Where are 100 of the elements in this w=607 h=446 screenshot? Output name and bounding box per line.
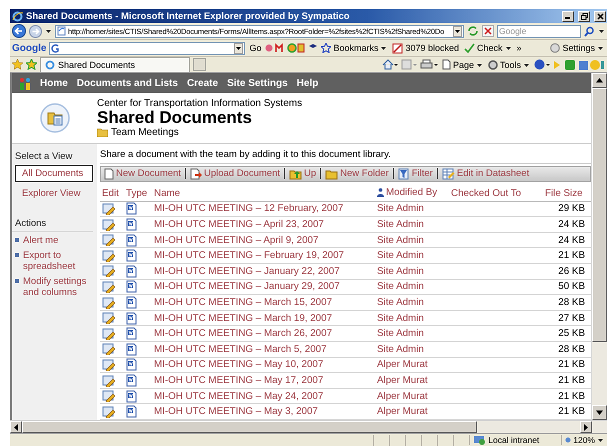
- window-title: Shared Documents - Microsoft Internet Explorer provided by Sympatico: [26, 10, 351, 22]
- toolbar-button[interactable]: Filter: [398, 168, 433, 180]
- more-button[interactable]: »: [516, 40, 523, 56]
- user-link[interactable]: Site Admin: [377, 250, 424, 262]
- action-link[interactable]: Modify settings and columns: [23, 276, 93, 298]
- document-link[interactable]: MI-OH UTC MEETING – January 29, 2007: [154, 281, 340, 292]
- user-link[interactable]: Site Admin: [377, 266, 424, 277]
- toolbar-icons-drawing[interactable]: [553, 58, 605, 70]
- edit-icon: [102, 296, 115, 309]
- restore-icon: [580, 12, 588, 20]
- document-link[interactable]: MI-OH UTC MEETING – March 15, 2007: [154, 297, 332, 308]
- document-link[interactable]: MI-OH UTC MEETING – March 5, 2007: [154, 344, 327, 355]
- column-header[interactable]: Modified By: [386, 186, 438, 198]
- user-link[interactable]: Site Admin: [377, 344, 424, 355]
- dropdown-icon[interactable]: [234, 42, 244, 54]
- action-link[interactable]: Alert me: [23, 235, 58, 246]
- user-link[interactable]: Alper Murat: [377, 406, 428, 418]
- settings-button[interactable]: Settings: [549, 40, 605, 56]
- word-document-icon: [126, 234, 137, 247]
- edit-icon: [102, 218, 115, 231]
- user-link[interactable]: Site Admin: [377, 203, 424, 214]
- document-link[interactable]: MI-OH UTC MEETING – April 9, 2007: [154, 234, 318, 246]
- right-arrow-icon[interactable]: [584, 424, 588, 430]
- word-document-icon: [126, 218, 137, 232]
- column-header[interactable]: File Size: [545, 188, 583, 199]
- document-link[interactable]: MI-OH UTC MEETING – February 19, 2007: [154, 250, 344, 262]
- left-arrow-icon[interactable]: [14, 424, 18, 430]
- column-header[interactable]: Edit: [102, 188, 119, 199]
- stop-icon[interactable]: [482, 25, 494, 37]
- document-link[interactable]: MI-OH UTC MEETING – May 17, 2007: [154, 375, 324, 386]
- toolbar-button[interactable]: Up: [289, 168, 316, 180]
- document-link[interactable]: MI-OH UTC MEETING – March 19, 2007: [154, 312, 332, 324]
- page-menu-button[interactable]: Page: [440, 57, 484, 72]
- user-link[interactable]: Alper Murat: [377, 375, 428, 386]
- user-link[interactable]: Site Admin: [377, 219, 424, 230]
- zoom-button[interactable]: 120%: [561, 435, 607, 445]
- bookmarks-button[interactable]: Bookmarks: [320, 40, 388, 56]
- vertical-scrollbar[interactable]: [591, 73, 607, 420]
- folder-icon: [97, 128, 108, 137]
- user-link[interactable]: Site Admin: [377, 297, 424, 308]
- google-search-field[interactable]: [49, 42, 246, 54]
- user-link[interactable]: Site Admin: [377, 312, 424, 324]
- nav-link[interactable]: Home: [40, 78, 68, 88]
- column-header[interactable]: Checked Out To: [451, 188, 522, 199]
- search-icon[interactable]: [584, 26, 595, 36]
- column-header[interactable]: Type: [126, 188, 148, 199]
- toolbar-button[interactable]: New Document: [104, 168, 181, 180]
- restore-button[interactable]: [578, 10, 590, 22]
- user-link[interactable]: Alper Murat: [377, 390, 428, 402]
- refresh-icon[interactable]: [467, 25, 479, 37]
- document-link[interactable]: MI-OH UTC MEETING – May 3, 2007: [154, 406, 318, 418]
- page-icon: [442, 59, 451, 70]
- tools-menu-button[interactable]: Tools: [486, 57, 531, 72]
- document-link[interactable]: MI-OH UTC MEETING – May 10, 2007: [154, 359, 324, 370]
- edit-icon: [102, 280, 115, 293]
- user-link[interactable]: Site Admin: [377, 281, 424, 292]
- description: Share a document with the team by adding it to this document library.: [100, 148, 591, 164]
- google-logo: Google: [12, 42, 46, 54]
- g-icon: [51, 43, 60, 53]
- popup-blocker-button[interactable]: 3079 blocked: [391, 40, 460, 56]
- view-link[interactable]: All Documents: [15, 165, 93, 182]
- page-title: Shared Documents: [97, 109, 253, 127]
- back-icon[interactable]: [12, 24, 26, 38]
- toolbar-button[interactable]: Edit in Datasheet: [442, 168, 530, 180]
- browser-tab[interactable]: Shared Documents: [40, 57, 190, 72]
- print-icon[interactable]: [420, 59, 438, 70]
- edit-icon: [102, 250, 115, 262]
- document-link[interactable]: MI-OH UTC MEETING – April 23, 2007: [154, 219, 324, 230]
- user-link[interactable]: Site Admin: [377, 234, 424, 246]
- go-button[interactable]: Go: [248, 40, 262, 56]
- minimize-button[interactable]: [562, 10, 574, 22]
- down-arrow-icon[interactable]: [596, 410, 603, 415]
- check-button[interactable]: Check: [463, 40, 513, 56]
- document-link[interactable]: MI-OH UTC MEETING – 12 February, 2007: [154, 203, 344, 214]
- column-header[interactable]: Name: [154, 188, 180, 199]
- word-document-icon: [126, 342, 137, 356]
- close-button[interactable]: [594, 10, 606, 22]
- action-link[interactable]: Export to spreadsheet: [23, 250, 93, 272]
- dropdown-icon[interactable]: [453, 26, 462, 36]
- folder-name: Team Meetings: [111, 127, 179, 138]
- document-link[interactable]: MI-OH UTC MEETING – March 26, 2007: [154, 328, 332, 340]
- toolbar-button[interactable]: Upload Document: [190, 168, 280, 180]
- table-cell: 25 KB: [558, 328, 585, 340]
- add-favorite-icon[interactable]: [26, 59, 37, 70]
- horizontal-scrollbar[interactable]: [10, 420, 607, 433]
- document-link[interactable]: MI-OH UTC MEETING – May 24, 2007: [154, 390, 324, 402]
- nav-link[interactable]: Documents and Lists: [76, 78, 178, 88]
- nav-link[interactable]: Help: [296, 78, 318, 88]
- view-link[interactable]: Explorer View: [15, 185, 93, 202]
- nav-link[interactable]: Site Settings: [227, 78, 288, 88]
- user-link[interactable]: Alper Murat: [377, 359, 428, 370]
- nav-link[interactable]: Create: [186, 78, 218, 88]
- toolbar-button[interactable]: New Folder: [325, 168, 389, 180]
- word-document-icon: [126, 358, 137, 372]
- user-link[interactable]: Site Admin: [377, 328, 424, 340]
- document-link[interactable]: MI-OH UTC MEETING – January 22, 2007: [154, 266, 340, 277]
- home-icon[interactable]: [382, 59, 398, 70]
- toolbar-icons-drawing[interactable]: [265, 42, 318, 54]
- up-arrow-icon[interactable]: [596, 78, 603, 83]
- favorites-icon[interactable]: [12, 59, 23, 70]
